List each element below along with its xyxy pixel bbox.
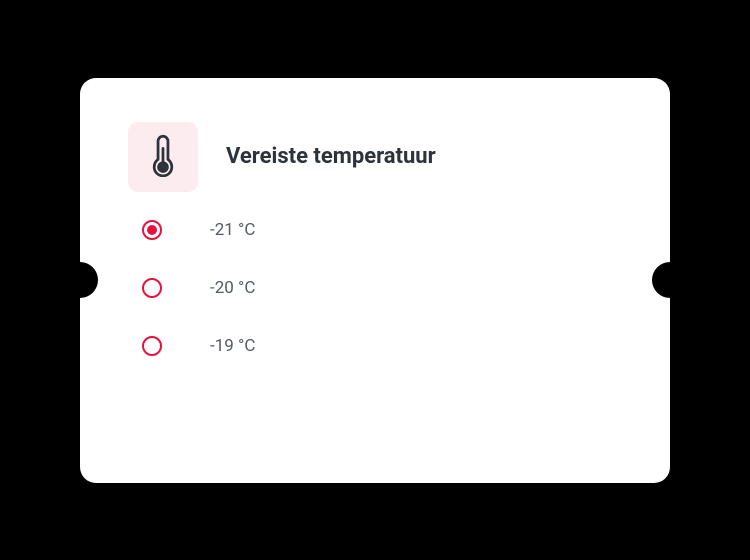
temperature-card: Vereiste temperatuur -21 °C -20 °C -19 °… [80, 78, 670, 483]
ticket-notch-left [62, 262, 98, 298]
ticket-notch-right [652, 262, 688, 298]
thermometer-icon [149, 133, 177, 181]
radio-button[interactable] [142, 336, 162, 356]
radio-button[interactable] [142, 220, 162, 240]
temperature-option-2[interactable]: -19 °C [142, 336, 622, 356]
temperature-option-0[interactable]: -21 °C [142, 220, 622, 240]
icon-container [128, 122, 198, 192]
option-label: -20 °C [210, 278, 255, 298]
card-header: Vereiste temperatuur [128, 122, 622, 192]
card-title: Vereiste temperatuur [226, 144, 436, 169]
options-list: -21 °C -20 °C -19 °C [128, 220, 622, 356]
radio-button[interactable] [142, 278, 162, 298]
temperature-option-1[interactable]: -20 °C [142, 278, 622, 298]
option-label: -21 °C [210, 220, 255, 240]
option-label: -19 °C [210, 336, 255, 356]
